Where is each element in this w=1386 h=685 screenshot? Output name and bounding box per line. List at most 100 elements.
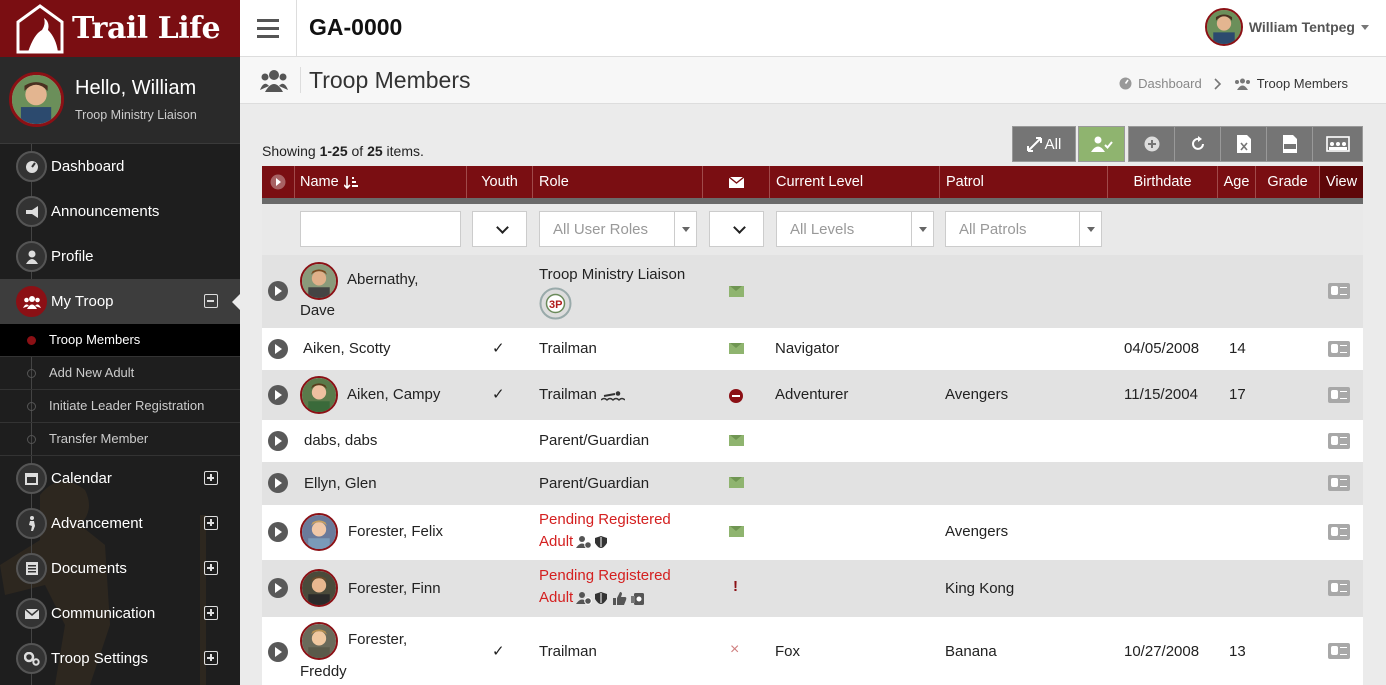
expand-all-header[interactable] <box>262 166 295 198</box>
breadcrumb-current: Troop Members <box>1256 76 1348 91</box>
excel-file-icon <box>1236 135 1251 153</box>
member-avatar <box>300 376 338 414</box>
expand-icon[interactable] <box>204 561 218 575</box>
email-ok-icon <box>729 343 744 354</box>
nav-dashboard[interactable]: Dashboard <box>0 144 240 189</box>
member-avatar <box>300 622 338 660</box>
breadcrumb-dashboard-link[interactable]: Dashboard <box>1138 76 1202 91</box>
caret-down-icon <box>1361 24 1369 30</box>
caret-down-icon <box>674 212 696 246</box>
nav-calendar[interactable]: Calendar <box>0 456 240 501</box>
refresh-icon <box>1191 136 1204 150</box>
email-filter-select[interactable] <box>709 211 764 247</box>
column-view-button[interactable] <box>1312 126 1363 162</box>
current-level-column-header[interactable]: Current Level <box>770 166 940 198</box>
group-icon <box>1234 78 1250 90</box>
brand-logo[interactable]: Trail Life <box>0 0 240 57</box>
subnav-transfer-member[interactable]: Transfer Member <box>0 423 240 456</box>
expand-row-icon[interactable] <box>268 431 288 451</box>
nav-communication[interactable]: Communication <box>0 591 240 636</box>
view-profile-card-icon[interactable] <box>1328 433 1350 449</box>
nav-troop-settings[interactable]: Troop Settings <box>0 636 240 681</box>
table-row[interactable]: Forester, Felix Pending Registered Adult… <box>262 505 1363 560</box>
patrol-filter-select[interactable]: All Patrols <box>945 211 1102 247</box>
expand-icon[interactable] <box>204 651 218 665</box>
subnav-initiate-leader-registration[interactable]: Initiate Leader Registration <box>0 390 240 423</box>
user-menu[interactable]: William Tentpeg <box>1204 8 1369 46</box>
expand-row-icon[interactable] <box>268 522 288 542</box>
youth-column-header[interactable]: Youth <box>467 166 533 198</box>
add-button[interactable] <box>1128 126 1175 162</box>
table-row[interactable]: dabs, dabs Parent/Guardian <box>262 420 1363 462</box>
view-profile-card-icon[interactable] <box>1328 341 1350 357</box>
expand-row-icon[interactable] <box>268 385 288 405</box>
export-csv-button[interactable] <box>1266 126 1313 162</box>
view-profile-card-icon[interactable] <box>1328 387 1350 403</box>
hello-greeting: Hello, William <box>75 77 197 99</box>
sort-ascending-icon <box>343 176 358 189</box>
group-icon <box>260 70 288 92</box>
email-ok-icon <box>729 286 744 297</box>
expand-row-icon[interactable] <box>268 339 288 359</box>
email-column-header[interactable] <box>703 166 770 198</box>
view-profile-card-icon[interactable] <box>1328 283 1350 299</box>
birthdate-column-header[interactable]: Birthdate <box>1108 166 1218 198</box>
view-profile-card-icon[interactable] <box>1328 580 1350 596</box>
user-role: Troop Ministry Liaison <box>75 108 197 122</box>
dashboard-icon <box>1119 77 1132 90</box>
youth-check-icon: ✓ <box>492 340 505 357</box>
youth-filter-select[interactable] <box>472 211 527 247</box>
table-row[interactable]: Ellyn, Glen Parent/Guardian <box>262 462 1363 505</box>
grade-column-header[interactable]: Grade <box>1256 166 1320 198</box>
role-filter-select[interactable]: All User Roles <box>539 211 697 247</box>
top-user-name: William Tentpeg <box>1248 19 1355 35</box>
level-filter-select[interactable]: All Levels <box>776 211 934 247</box>
name-column-header[interactable]: Name <box>295 166 467 198</box>
role-column-header[interactable]: Role <box>533 166 703 198</box>
chevron-right-icon <box>1214 77 1221 90</box>
view-profile-card-icon[interactable] <box>1328 475 1350 491</box>
view-profile-card-icon[interactable] <box>1328 524 1350 540</box>
patrol-column-header[interactable]: Patrol <box>940 166 1108 198</box>
table-row[interactable]: Abernathy, Dave Troop Ministry Liaison 3… <box>262 255 1363 328</box>
expand-row-icon[interactable] <box>268 473 288 493</box>
expand-icon[interactable] <box>204 606 218 620</box>
expand-row-icon[interactable] <box>268 642 288 662</box>
subnav-add-new-adult[interactable]: Add New Adult <box>0 357 240 390</box>
email-warning-icon: ! <box>733 578 738 595</box>
expand-icon[interactable] <box>204 516 218 530</box>
nav-profile[interactable]: Profile <box>0 234 240 279</box>
table-row[interactable]: Forester, Finn Pending Registered Adult … <box>262 560 1363 617</box>
nav-documents[interactable]: Documents <box>0 546 240 591</box>
show-all-button[interactable]: All <box>1012 126 1076 162</box>
table-row[interactable]: Forester, Freddy ✓ Trailman × Fox Banana… <box>262 617 1363 685</box>
csv-file-icon <box>1282 135 1297 153</box>
youth-check-icon: ✓ <box>492 386 505 403</box>
expand-row-icon[interactable] <box>268 578 288 598</box>
email-blocked-icon <box>729 389 743 403</box>
user-avatar[interactable] <box>9 72 64 127</box>
expand-icon[interactable] <box>204 471 218 485</box>
age-column-header[interactable]: Age <box>1218 166 1256 198</box>
nav-advancement[interactable]: Advancement <box>0 501 240 546</box>
export-excel-button[interactable] <box>1220 126 1267 162</box>
select-members-button[interactable] <box>1078 126 1125 162</box>
email-ok-icon <box>729 526 744 537</box>
menu-toggle-button[interactable] <box>240 0 297 56</box>
refresh-button[interactable] <box>1174 126 1221 162</box>
table-row[interactable]: Aiken, Scotty ✓ Trailman Navigator 04/05… <box>262 328 1363 370</box>
expand-row-icon[interactable] <box>268 281 288 301</box>
subnav-troop-members[interactable]: Troop Members <box>0 324 240 357</box>
collapse-icon[interactable] <box>204 294 218 308</box>
role-status-icons <box>576 592 644 605</box>
nav-announcements[interactable]: Announcements <box>0 189 240 234</box>
plus-circle-icon <box>1144 136 1159 152</box>
table-row[interactable]: Aiken, Campy ✓ Trailman Adventurer Aveng… <box>262 370 1363 420</box>
nav-my-troop[interactable]: My Troop <box>0 279 240 324</box>
name-filter-input[interactable] <box>300 211 461 247</box>
user-panel: Hello, William Troop Ministry Liaison <box>0 57 240 144</box>
chevron-down-icon <box>496 212 510 246</box>
top-bar: GA-0000 William Tentpeg <box>240 0 1386 57</box>
view-profile-card-icon[interactable] <box>1328 643 1350 659</box>
hiker-icon <box>16 508 47 539</box>
